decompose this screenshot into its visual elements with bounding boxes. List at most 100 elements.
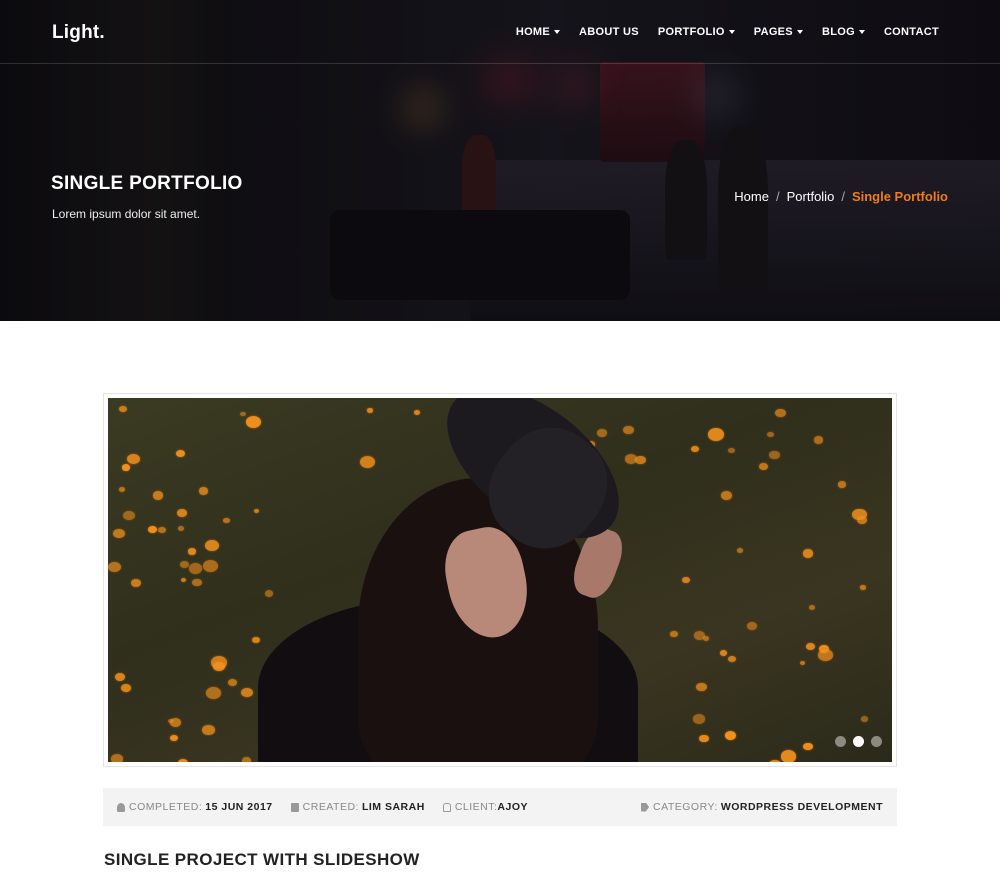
breadcrumb-separator: / [775,189,780,204]
flower-shape [758,462,768,470]
flower-shape [187,548,197,555]
breadcrumb-home[interactable]: Home [734,189,769,204]
caret-down-icon [554,30,561,34]
breadcrumb-separator: / [841,189,845,204]
flower-shape [122,464,131,472]
flower-shape [206,686,221,699]
project-title: SINGLE PROJECT WITH SLIDESHOW [104,850,420,869]
flower-shape [113,528,125,539]
meta-client-value: AJOY [497,801,528,813]
flower-shape [413,409,421,415]
flower-shape [178,526,184,532]
flower-shape [147,526,157,534]
caret-down-icon [796,30,803,34]
flower-shape [179,560,189,569]
flower-shape [152,491,163,500]
slide-dot-2[interactable] [853,736,864,747]
meta-created-value: LIM SARAH [361,801,425,813]
project-meta-bar: COMPLETED: 15 JUN 2017 CREATED: LIM SARA… [103,788,897,826]
nav-about-us[interactable]: ABOUT US [579,26,639,38]
flower-shape [861,716,869,722]
user-icon [117,802,125,812]
flower-shape [813,436,824,444]
flower-shape [682,577,690,584]
flower-shape [769,451,780,460]
nav-pages-label: PAGES [753,26,793,38]
nav-portfolio-label: PORTFOLIO [657,26,725,38]
nav-contact[interactable]: CONTACT [884,26,939,38]
lock-icon [442,802,451,812]
flower-shape [241,756,252,762]
flower-shape [818,649,833,662]
caret-down-icon [858,30,865,34]
meta-category-label: CATEGORY: [653,801,718,813]
flower-shape [799,660,806,666]
flower-shape [176,449,186,457]
flower-shape [110,754,123,762]
flower-shape [806,642,816,650]
flower-shape [188,563,203,574]
meta-created: CREATED: LIM SARAH [290,801,425,813]
flower-shape [597,429,607,437]
flower-shape [623,425,634,435]
nav-pages[interactable]: PAGES [754,26,803,38]
meta-completed: COMPLETED: 15 JUN 2017 [117,801,273,813]
nav-blog[interactable]: BLOG [822,26,865,38]
flower-shape [118,487,125,493]
hero-banner: Light. HOME ABOUT US PORTFOLIO PAGES BLO… [0,0,1000,321]
meta-completed-label: COMPLETED: [129,801,203,813]
flower-shape [223,517,230,523]
flower-shape [211,656,227,669]
flower-shape [158,527,166,534]
flower-shape [725,730,737,740]
meta-client: CLIENT: AJOY [442,801,528,813]
flower-shape [264,590,274,597]
page-subtitle: Lorem ipsum dolor sit amet. [52,207,201,221]
flower-shape [767,760,783,762]
flower-shape [246,416,262,429]
flower-shape [775,408,787,418]
nav-home[interactable]: HOME [516,26,561,38]
flower-shape [123,510,135,521]
project-slideshow [103,393,897,767]
flower-shape [727,655,736,663]
site-logo[interactable]: Light. [52,22,105,44]
top-navbar: Light. HOME ABOUT US PORTFOLIO PAGES BLO… [0,0,1000,64]
flower-shape [191,578,202,587]
flower-shape [780,750,797,762]
flower-shape [178,758,189,762]
meta-completed-value: 15 JUN 2017 [205,801,273,813]
flower-shape [809,604,815,610]
flower-shape [130,578,141,587]
flower-shape [367,408,373,413]
slide-dot-1[interactable] [835,736,846,747]
flower-shape [205,540,220,552]
breadcrumb-portfolio[interactable]: Portfolio [787,189,835,204]
flower-shape [241,687,253,697]
slide-pagination [835,736,882,747]
flower-shape [860,585,866,590]
flower-shape [708,428,725,441]
flower-shape [670,630,679,637]
slide-dot-3[interactable] [871,736,882,747]
nav-portfolio[interactable]: PORTFOLIO [658,26,735,38]
flower-shape [624,454,637,465]
meta-category-value[interactable]: WORDPRESS DEVELOPMENT [721,801,883,813]
flower-shape [359,455,375,469]
flower-shape [693,631,706,640]
flower-shape [696,682,707,692]
flower-shape [254,508,260,513]
meta-client-label: CLIENT: [454,801,498,813]
flower-shape [198,486,209,495]
flower-shape [746,621,758,631]
flower-shape [108,561,121,573]
slide-image[interactable] [108,398,892,762]
flower-shape [802,549,814,558]
flower-shape [803,743,813,751]
flower-shape [240,411,247,417]
flower-shape [693,714,706,724]
tag-icon [641,802,650,812]
flower-shape [202,559,219,573]
flower-shape [177,509,187,517]
meta-category: CATEGORY: WORDPRESS DEVELOPMENT [641,801,883,813]
